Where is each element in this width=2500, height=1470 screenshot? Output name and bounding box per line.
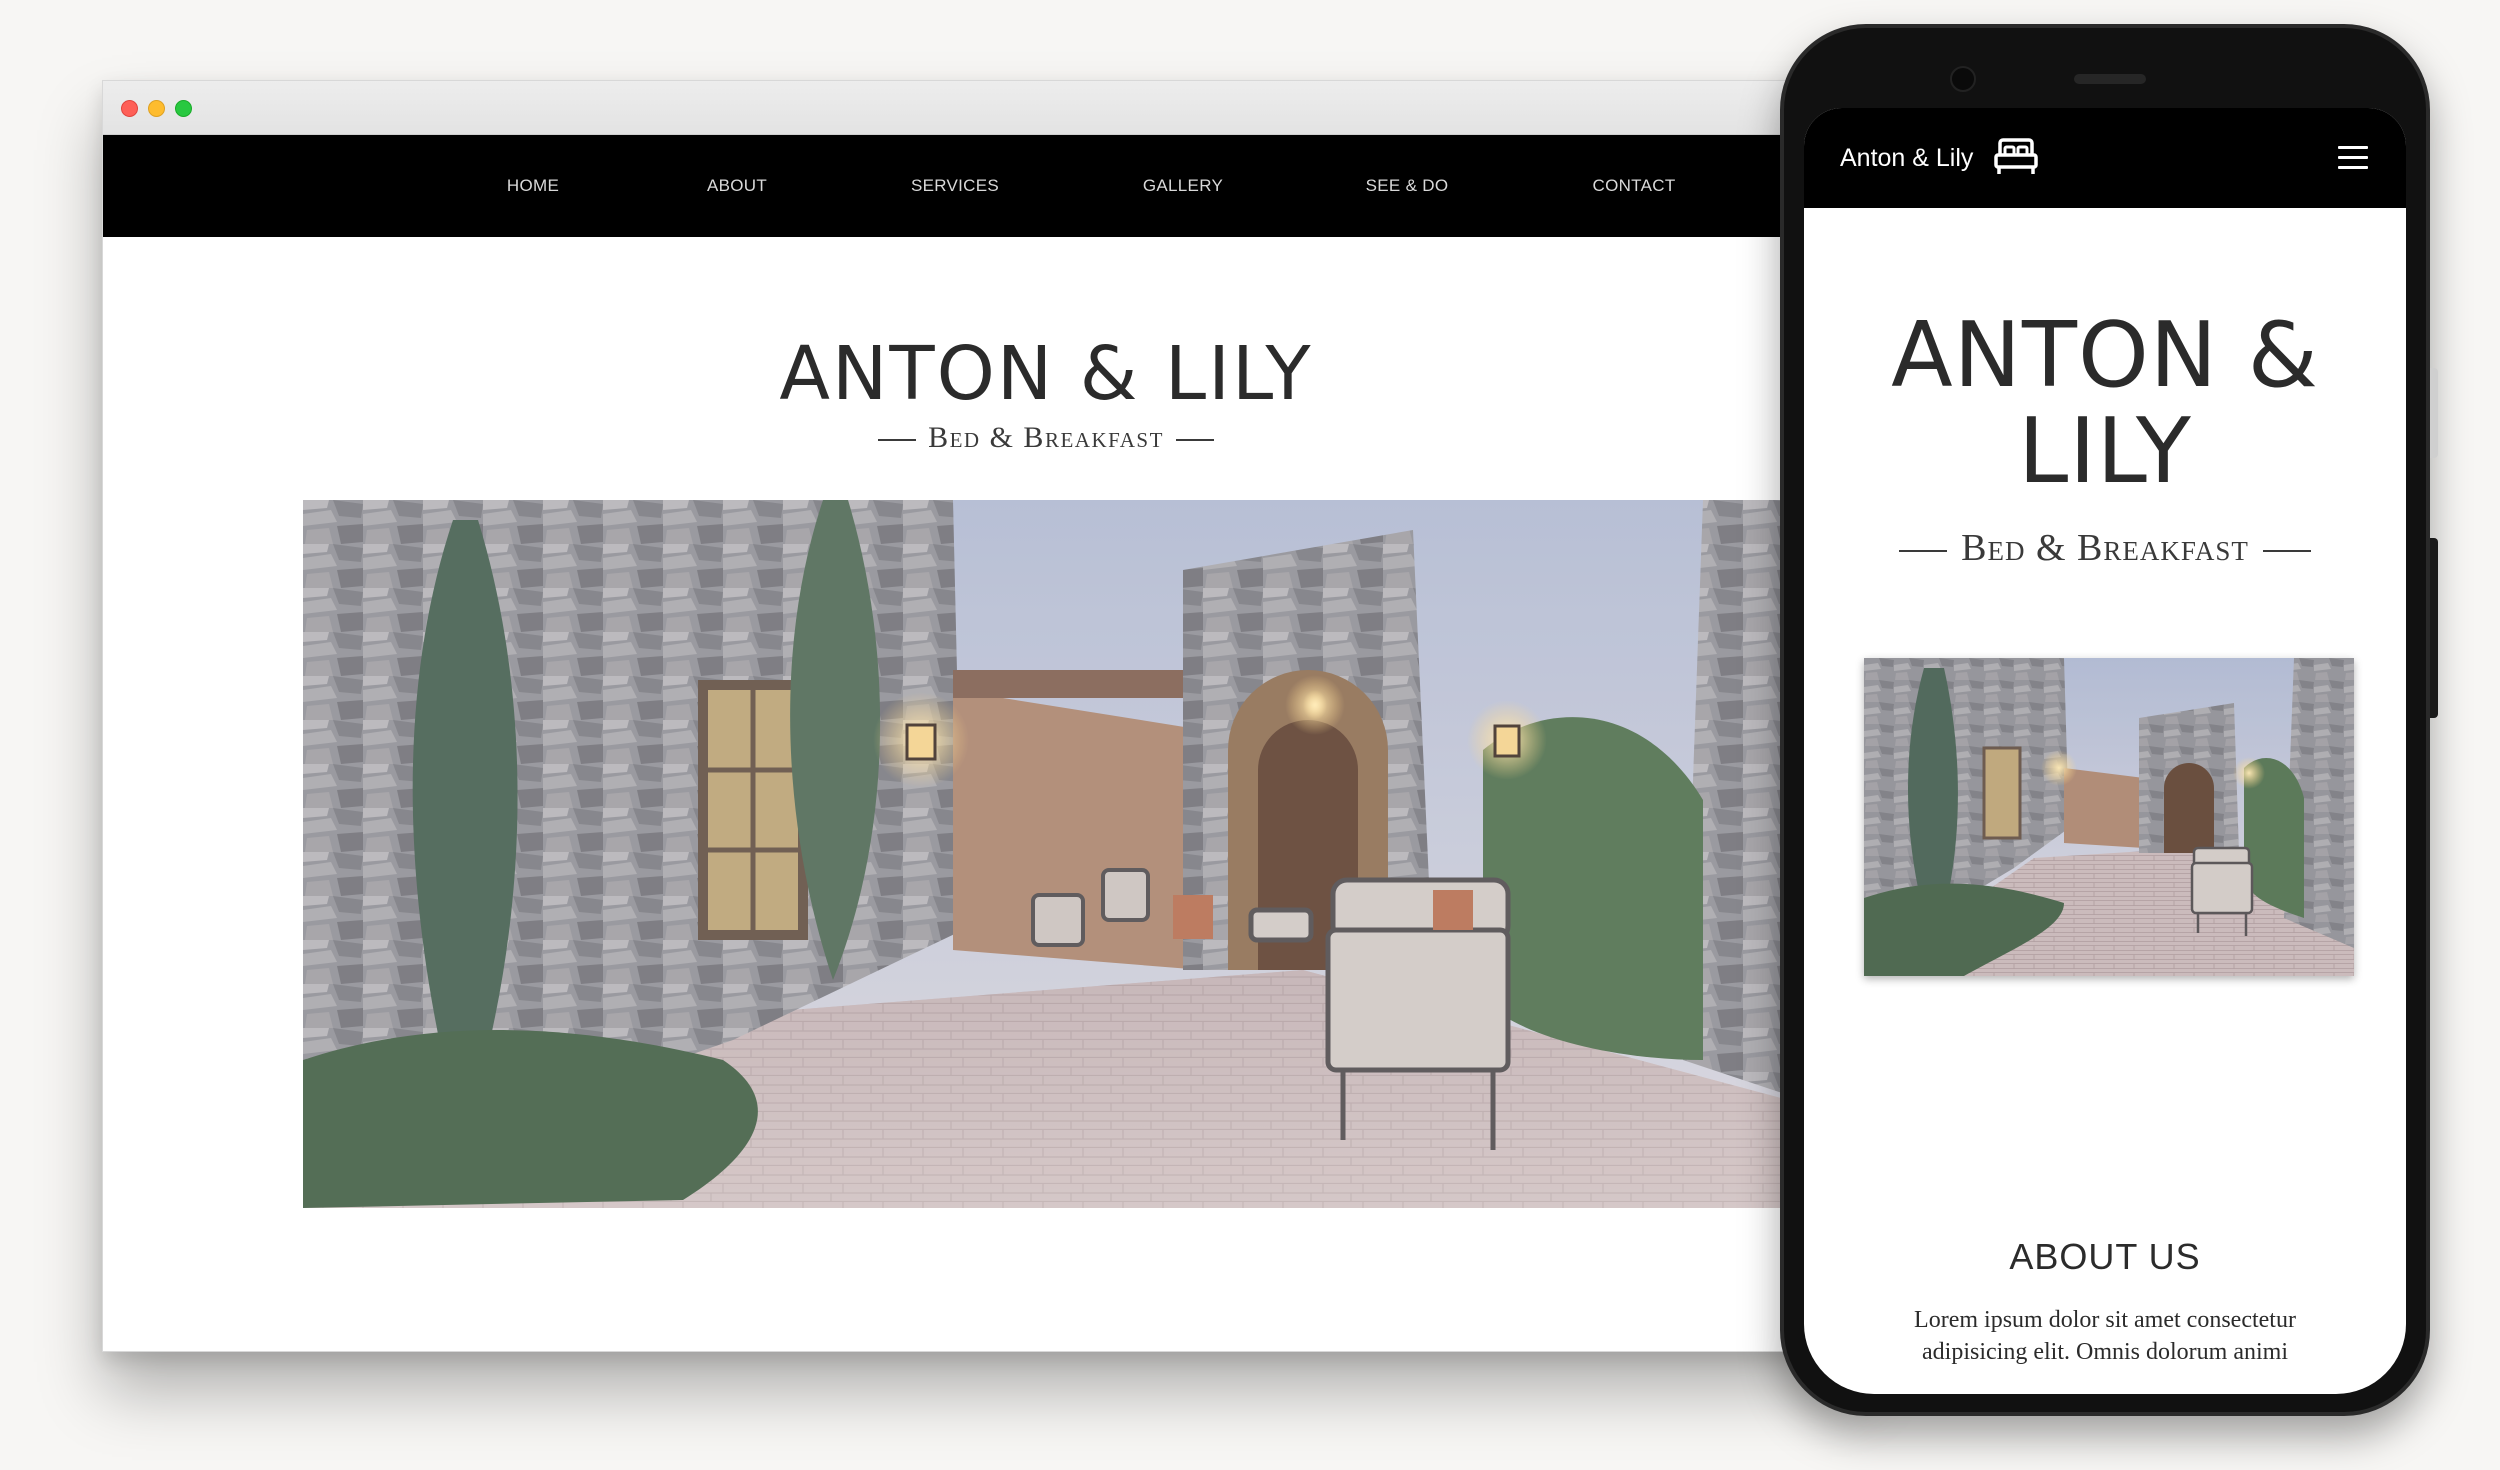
about-us-heading: ABOUT US bbox=[2009, 1236, 2201, 1277]
front-camera bbox=[1950, 66, 1976, 92]
subtitle-dash-right bbox=[1175, 439, 1214, 442]
nav-about[interactable]: ABOUT bbox=[707, 135, 767, 237]
maximize-window-button[interactable] bbox=[175, 100, 192, 117]
close-window-button[interactable] bbox=[121, 100, 138, 117]
hero-image bbox=[303, 500, 1861, 1208]
subtitle-text: Bed & Breakfast bbox=[928, 421, 1164, 454]
phone-screen: Anton & Lily ANTON & LILY Bed & Breakfas… bbox=[1804, 108, 2406, 1394]
mobile-page-title: ANTON & LILY bbox=[1891, 303, 2319, 504]
mobile-hero-image bbox=[1864, 658, 2354, 976]
menu-line bbox=[2338, 156, 2368, 159]
power-button bbox=[2430, 538, 2438, 718]
browser-titlebar bbox=[103, 81, 1861, 135]
hamburger-menu-icon[interactable] bbox=[2338, 146, 2368, 176]
nav-home[interactable]: HOME bbox=[507, 135, 559, 237]
page-title: ANTON & LILY bbox=[779, 331, 1313, 417]
subtitle-dash-left bbox=[878, 439, 917, 442]
minimize-window-button[interactable] bbox=[148, 100, 165, 117]
nav-see-and-do[interactable]: SEE & DO bbox=[1366, 135, 1449, 237]
nav-contact[interactable]: CONTACT bbox=[1593, 135, 1676, 237]
desktop-browser-window: HOME ABOUT SERVICES GALLERY SEE & DO CON… bbox=[102, 80, 1862, 1352]
nav-gallery[interactable]: GALLERY bbox=[1143, 135, 1223, 237]
subtitle-dash-right bbox=[2262, 550, 2311, 553]
mobile-subtitle-text: Bed & Breakfast bbox=[1961, 527, 2249, 569]
phone-device: Anton & Lily ANTON & LILY Bed & Breakfas… bbox=[1780, 24, 2438, 1416]
menu-line bbox=[2338, 166, 2368, 169]
bed-icon bbox=[1994, 138, 2038, 174]
mobile-navbar: Anton & Lily bbox=[1804, 108, 2406, 208]
menu-line bbox=[2338, 146, 2368, 149]
phone-speaker bbox=[2074, 74, 2146, 84]
about-us-body: Lorem ipsum dolor sit amet consectetur a… bbox=[1914, 1307, 2296, 1365]
page-subtitle: Bed & Breakfast bbox=[103, 421, 1861, 455]
nav-services[interactable]: SERVICES bbox=[911, 135, 999, 237]
subtitle-dash-left bbox=[1899, 550, 1948, 553]
volume-button bbox=[2430, 368, 2438, 458]
desktop-navbar: HOME ABOUT SERVICES GALLERY SEE & DO CON… bbox=[103, 135, 1861, 237]
mobile-brand-link[interactable]: Anton & Lily bbox=[1840, 108, 1973, 208]
mobile-page-subtitle: Bed & Breakfast bbox=[1804, 526, 2406, 570]
